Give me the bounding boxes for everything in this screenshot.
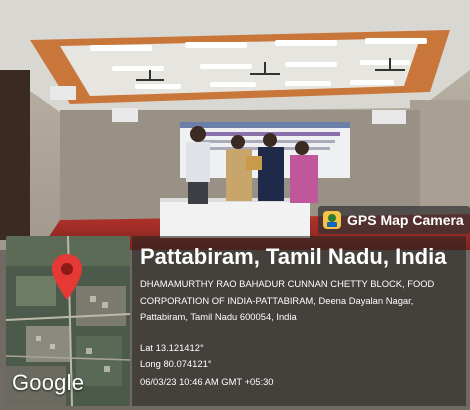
location-map-thumbnail: Google	[6, 236, 130, 406]
longitude: Long 80.074121°	[140, 358, 212, 369]
geotagged-photo: GPS Map Camera Google Pattabiram, Tamil …	[0, 0, 470, 410]
location-address: DHAMAMURTHY RAO BAHADUR CUNNAN CHETTY BL…	[140, 278, 435, 322]
map-pin-icon	[323, 211, 341, 229]
latitude: Lat 13.121412°	[140, 342, 204, 353]
capture-datetime: 06/03/23 10:46 AM GMT +05:30	[140, 376, 274, 387]
location-pin-icon	[52, 254, 82, 300]
badge-label: GPS Map Camera	[347, 212, 464, 228]
location-info-panel: Pattabiram, Tamil Nadu, India DHAMAMURTH…	[132, 236, 466, 406]
location-title: Pattabiram, Tamil Nadu, India	[140, 244, 447, 269]
gps-map-camera-badge: GPS Map Camera	[318, 206, 470, 234]
google-logo: Google	[12, 370, 85, 395]
